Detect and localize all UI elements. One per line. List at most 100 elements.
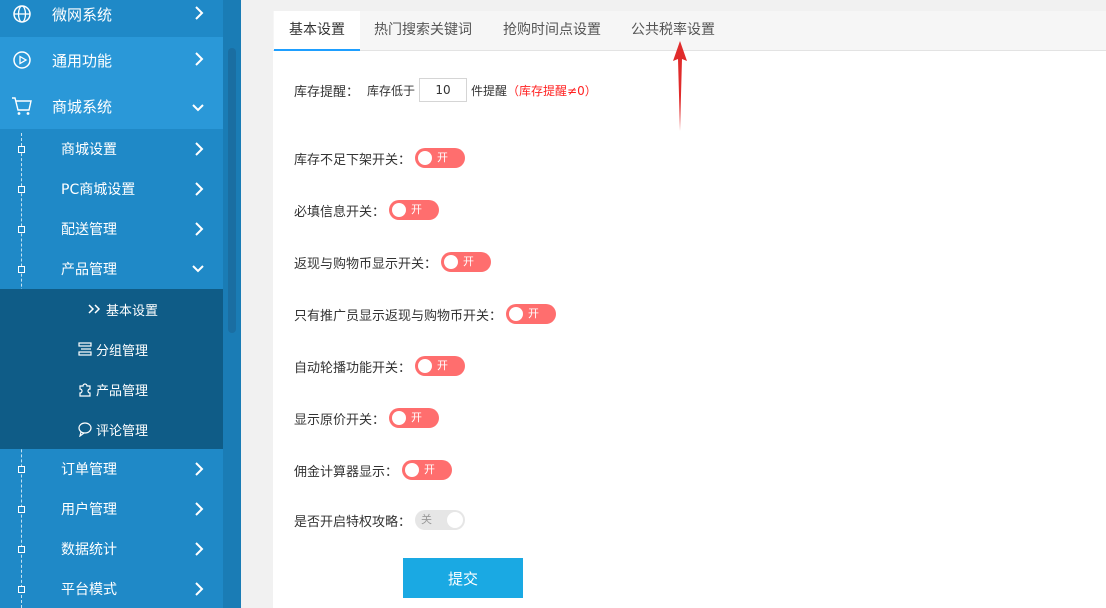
cart-icon [10, 94, 34, 118]
stock-threshold-input[interactable] [419, 78, 468, 102]
toggle-knob [444, 255, 459, 269]
toggle-knob [392, 411, 407, 425]
toggle-state: 开 [528, 307, 540, 320]
page-gutter [241, 0, 273, 608]
sidebar-item-label: 配送管理 [61, 222, 117, 238]
switch-label: 必填信息开关： [294, 204, 386, 220]
product-submenu: 基本设置 分组管理 产品管理 评论管理 [0, 289, 223, 449]
toggle-knob [509, 307, 524, 321]
sidebar-item-delivery[interactable]: 配送管理 [0, 209, 223, 249]
sidebar-item-platform-mode[interactable]: 平台模式 [0, 569, 223, 608]
list-icon [77, 341, 93, 357]
sidebar-scrollbar[interactable] [223, 0, 241, 608]
chevron-right-icon [193, 501, 205, 521]
sidebar-item-mall-settings[interactable]: 商城设置 [0, 129, 223, 169]
chevron-right-icon [193, 5, 205, 25]
comment-icon [77, 421, 93, 437]
switch-label: 返现与购物币显示开关： [294, 256, 438, 272]
switch-label: 显示原价开关： [294, 412, 386, 428]
sidebar-item-orders[interactable]: 订单管理 [0, 449, 223, 489]
puzzle-icon [77, 381, 93, 397]
submit-button[interactable]: 提交 [403, 558, 523, 598]
sidebar-item-weiwang[interactable]: 微网系统 [0, 0, 223, 37]
chevron-right-icon [193, 581, 205, 601]
tab-hot-search-keywords[interactable]: 热门搜索关键词 [359, 11, 487, 50]
switch-row-original-price: 显示原价开关： 开 [294, 405, 440, 431]
toggle-knob [405, 463, 420, 477]
original-price-toggle[interactable]: 开 [389, 408, 440, 428]
settings-panel: 基本设置 热门搜索关键词 抢购时间点设置 公共税率设置 库存提醒： 库存低于 件… [273, 11, 1106, 608]
sidebar-item-label: 微网系统 [52, 5, 113, 24]
toggle-state: 开 [424, 463, 436, 476]
switch-row-commission-calculator: 佣金计算器显示： 开 [294, 457, 453, 483]
sidebar-item-label: 产品管理 [61, 262, 117, 278]
chevron-right-icon [193, 141, 205, 161]
sidebar-item-label: 平台模式 [61, 582, 117, 598]
scrollbar-thumb[interactable] [228, 48, 236, 333]
sidebar-item-shangcheng[interactable]: 商城系统 [0, 83, 223, 129]
cashback-display-toggle[interactable]: 开 [441, 252, 492, 272]
switch-row-cashback-display: 返现与购物币显示开关： 开 [294, 249, 492, 275]
chevron-right-icon [193, 181, 205, 201]
switch-label: 库存不足下架开关： [294, 152, 412, 168]
submenu-item-label: 分组管理 [96, 343, 149, 359]
tab-bar: 基本设置 热门搜索关键词 抢购时间点设置 公共税率设置 [273, 11, 1106, 51]
submenu-item-comments[interactable]: 评论管理 [0, 409, 223, 449]
toggle-state: 开 [411, 411, 423, 424]
stock-reminder-suffix: 件提醒 [471, 83, 508, 98]
chevron-right-icon [193, 461, 205, 481]
sidebar-item-pc-mall[interactable]: PC商城设置 [0, 169, 223, 209]
autoplay-toggle[interactable]: 开 [415, 356, 466, 376]
submenu-item-label: 产品管理 [96, 383, 149, 399]
sidebar: 微网系统 通用功能 商城系统 商城设置 PC商城设置 配送管理 产品管理 基本设… [0, 0, 223, 608]
switch-row-stock-offshelf: 库存不足下架开关： 开 [294, 145, 466, 171]
stock-reminder-row: 库存提醒： 库存低于 件提醒 （库存提醒≠0） [294, 77, 597, 103]
toggle-state: 开 [411, 203, 423, 216]
chevron-down-icon [191, 263, 205, 279]
toggle-knob [447, 512, 464, 528]
tab-basic-settings[interactable]: 基本设置 [274, 11, 360, 51]
sidebar-item-users[interactable]: 用户管理 [0, 489, 223, 529]
toggle-state: 开 [437, 151, 449, 164]
sidebar-item-statistics[interactable]: 数据统计 [0, 529, 223, 569]
chevron-right-icon [193, 541, 205, 561]
toggle-state: 关 [421, 513, 433, 526]
submenu-item-product-mgmt[interactable]: 产品管理 [0, 369, 223, 409]
globe-icon [10, 2, 34, 26]
sidebar-item-label: 商城系统 [52, 97, 113, 116]
sidebar-item-tongyong[interactable]: 通用功能 [0, 37, 223, 83]
submenu-item-groups[interactable]: 分组管理 [0, 329, 223, 369]
chevron-down-icon [191, 100, 205, 118]
sidebar-item-label: 商城设置 [61, 142, 117, 158]
switch-label: 是否开启特权攻略： [294, 514, 412, 530]
promoter-only-toggle[interactable]: 开 [506, 304, 557, 324]
submenu-item-label: 评论管理 [96, 423, 149, 439]
sidebar-item-label: 订单管理 [61, 462, 117, 478]
privilege-guide-toggle[interactable]: 关 [415, 510, 466, 530]
sidebar-item-label: 数据统计 [61, 542, 117, 558]
toggle-knob [418, 151, 433, 165]
commission-calculator-toggle[interactable]: 开 [402, 460, 453, 480]
stock-reminder-label: 库存提醒： [294, 84, 360, 100]
submenu-item-basic-settings[interactable]: 基本设置 [0, 289, 223, 329]
sidebar-item-label: PC商城设置 [61, 182, 136, 198]
toggle-state: 开 [463, 255, 475, 268]
required-info-toggle[interactable]: 开 [389, 200, 440, 220]
double-chevron-icon [87, 303, 103, 315]
sidebar-item-label: 用户管理 [61, 502, 117, 518]
switch-label: 只有推广员显示返现与购物币开关： [294, 308, 503, 324]
chevron-right-icon [193, 221, 205, 241]
sidebar-item-products[interactable]: 产品管理 [0, 249, 223, 289]
stock-reminder-note: （库存提醒≠0） [507, 83, 597, 98]
stock-reminder-prefix: 库存低于 [367, 83, 416, 98]
tab-flash-sale-times[interactable]: 抢购时间点设置 [488, 11, 616, 50]
annotation-arrow-icon [673, 41, 687, 131]
stock-offshelf-toggle[interactable]: 开 [415, 148, 466, 168]
switch-label: 佣金计算器显示： [294, 464, 399, 480]
switch-row-privilege-guide: 是否开启特权攻略： 关 [294, 507, 466, 533]
toggle-state: 开 [437, 359, 449, 372]
toggle-knob [392, 203, 407, 217]
play-circle-icon [10, 48, 34, 72]
switch-row-required-info: 必填信息开关： 开 [294, 197, 440, 223]
switch-row-promoter-only: 只有推广员显示返现与购物币开关： 开 [294, 301, 557, 327]
